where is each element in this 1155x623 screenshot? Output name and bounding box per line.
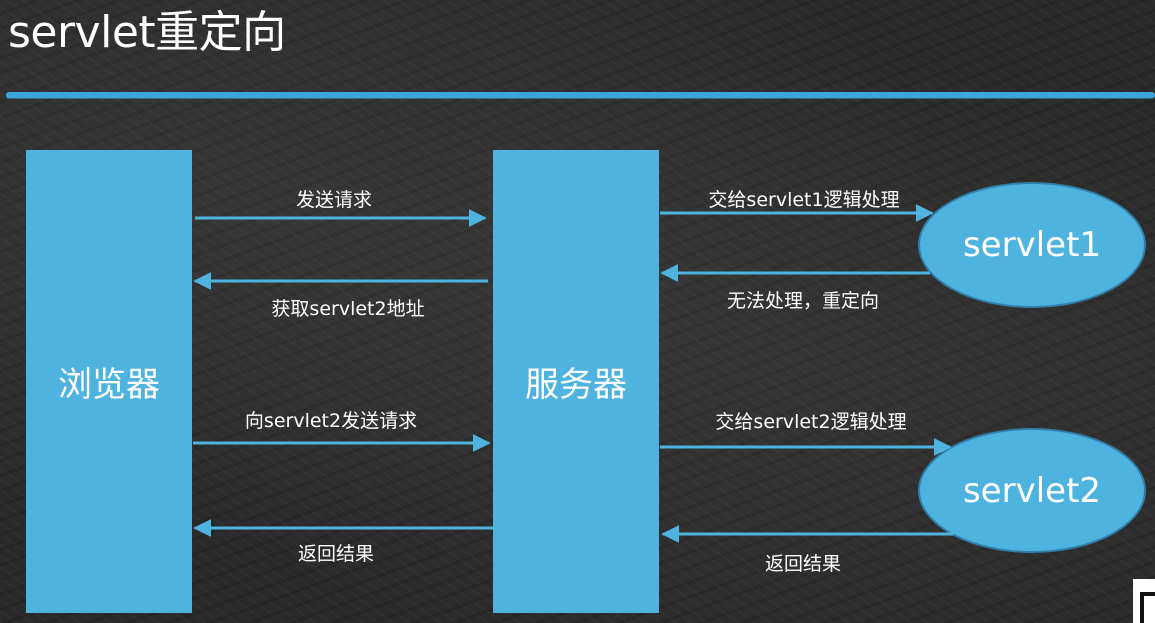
flow-arrows — [193, 204, 953, 543]
label-send-to-servlet2: 向servlet2发送请求 — [244, 410, 418, 432]
label-return-result-left: 返回结果 — [297, 543, 375, 565]
label-to-servlet2: 交给servlet2逻辑处理 — [715, 411, 907, 433]
label-get-address: 获取servlet2地址 — [271, 298, 425, 320]
label-cannot-handle: 无法处理，重定向 — [726, 290, 880, 312]
label-to-servlet1: 交给servlet1逻辑处理 — [708, 189, 900, 211]
label-send-request: 发送请求 — [295, 189, 373, 211]
label-return-result-right: 返回结果 — [764, 553, 842, 575]
qr-code-icon — [1140, 592, 1155, 623]
